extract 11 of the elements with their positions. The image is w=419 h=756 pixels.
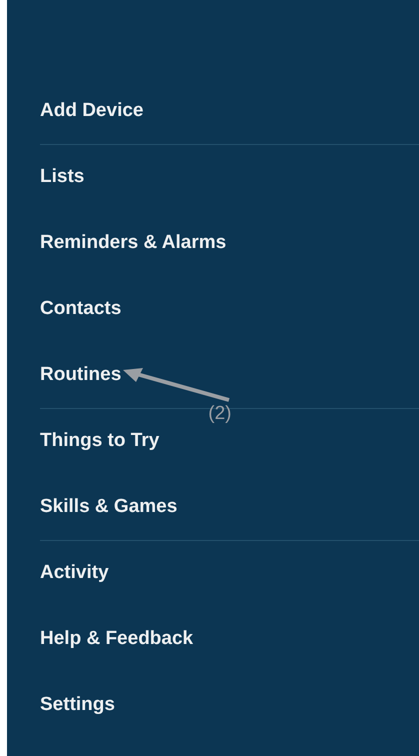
menu-item[interactable]: Lists: [40, 163, 84, 192]
menu-item[interactable]: Help & Feedback: [40, 625, 194, 654]
menu-item[interactable]: Things to Try: [40, 427, 160, 456]
menu-item[interactable]: Settings: [40, 691, 115, 720]
menu-item[interactable]: Reminders & Alarms: [40, 229, 226, 258]
menu-item[interactable]: Skills & Games: [40, 493, 178, 522]
menu-item[interactable]: Routines: [40, 361, 122, 390]
menu-item[interactable]: Add Device: [40, 97, 144, 126]
menu-item[interactable]: Contacts: [40, 295, 122, 324]
menu-item[interactable]: Activity: [40, 559, 109, 588]
annotation-label: (2): [208, 402, 232, 426]
